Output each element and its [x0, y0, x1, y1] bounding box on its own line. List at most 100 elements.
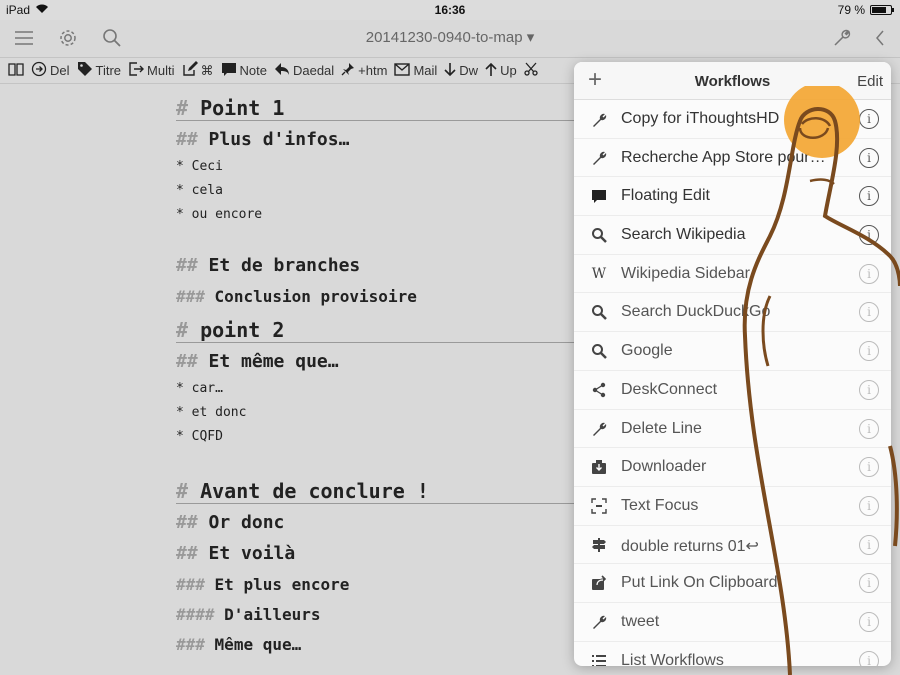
toolbar-button-dw[interactable]: Dw — [444, 62, 478, 80]
editor-line[interactable]: ## Plus d'infos… — [176, 129, 349, 150]
toolbar-button-titre[interactable]: Titre — [77, 61, 122, 80]
editor-line[interactable]: * CQFD — [176, 429, 223, 444]
editor-line[interactable]: # point 2 — [176, 318, 284, 342]
workflow-row[interactable]: DeskConnect i — [574, 371, 891, 410]
workflow-row[interactable]: Put Link On Clipboard i — [574, 564, 891, 603]
toolbar-button-multi[interactable]: Multi — [128, 61, 175, 80]
info-icon[interactable]: i — [859, 186, 879, 207]
editor-line[interactable]: ### Même que… — [176, 635, 301, 654]
info-icon[interactable]: i — [859, 263, 879, 284]
toolbar-button-scissors[interactable] — [524, 62, 538, 79]
toolbar-label: Titre — [95, 63, 122, 78]
editor-line[interactable]: ## Et voilà — [176, 543, 295, 564]
toolbar-button-mail[interactable]: Mail — [394, 62, 438, 79]
editor-line[interactable]: # Avant de conclure ! — [176, 479, 429, 503]
nav-bar: 20141230-0940-to-map ▾ — [0, 20, 900, 56]
info-icon[interactable]: i — [859, 611, 879, 632]
scissors-icon — [524, 62, 538, 79]
editor-line[interactable]: ### Conclusion provisoire — [176, 287, 417, 306]
workflow-row[interactable]: Text Focus i — [574, 487, 891, 526]
wrench-icon — [590, 110, 608, 128]
toolbar-button-daedal[interactable]: Daedal — [274, 62, 334, 79]
editor-line[interactable]: * et donc — [176, 405, 246, 420]
workflow-row[interactable]: List Workflows i — [574, 642, 891, 666]
editor-line[interactable]: ## Et même que… — [176, 351, 339, 372]
chevron-left-icon[interactable] — [868, 26, 892, 50]
wikipedia-icon: W — [591, 265, 607, 282]
info-icon[interactable]: i — [859, 379, 879, 400]
toolbar-button-note[interactable]: Note — [221, 62, 267, 80]
workflow-row[interactable]: Delete Line i — [574, 410, 891, 449]
toolbar-button-book[interactable] — [8, 62, 24, 79]
toolbar-label: +htm — [358, 63, 388, 78]
info-icon[interactable]: i — [859, 573, 879, 594]
editor-line[interactable]: # Point 1 — [176, 96, 284, 120]
info-icon[interactable]: i — [859, 650, 879, 666]
document-title[interactable]: 20141230-0940-to-map ▾ — [0, 28, 900, 46]
toolbar-label: ⌘ — [200, 62, 214, 78]
toolbar-button-del[interactable]: Del — [31, 61, 70, 80]
workflow-label: tweet — [621, 612, 660, 630]
workflows-popover: + Workflows Edit Copy for iThoughtsHD i Re… — [574, 62, 891, 666]
workflow-row[interactable]: W Wikipedia Sidebar i — [574, 255, 891, 294]
workflow-row[interactable]: tweet i — [574, 603, 891, 642]
info-icon[interactable]: i — [859, 534, 879, 555]
workflow-row[interactable]: Recherche App Store pour… i — [574, 139, 891, 178]
toolbar-button-edit[interactable]: ⌘ — [182, 61, 214, 80]
toolbar-label: Dw — [459, 63, 479, 78]
status-bar: iPad 16:36 79 % — [0, 0, 900, 20]
workflow-label: double returns 01↩ — [621, 537, 759, 555]
arrow-up-icon — [485, 62, 497, 80]
edit-icon — [182, 61, 198, 80]
editor-line[interactable]: #### D'ailleurs — [176, 605, 321, 624]
heading-rule — [176, 503, 596, 504]
pin-icon — [341, 62, 355, 79]
download-icon — [590, 458, 608, 476]
magnifier-icon — [590, 226, 608, 244]
list-icon — [590, 652, 608, 666]
workflow-label: Search Wikipedia — [621, 226, 746, 244]
toolbar-label: Up — [500, 63, 517, 78]
book-icon — [8, 62, 24, 79]
workflow-row[interactable]: Search Wikipedia i — [574, 216, 891, 255]
editor-line[interactable]: * Ceci — [176, 159, 223, 174]
info-icon[interactable]: i — [859, 418, 879, 439]
editor-line[interactable]: * cela — [176, 183, 223, 198]
workflow-list: Copy for iThoughtsHD i Recherche App Store… — [574, 100, 891, 666]
toolbar-label: Mail — [413, 63, 438, 78]
workflow-row[interactable]: Search DuckDuckGo i — [574, 293, 891, 333]
info-icon[interactable]: i — [859, 341, 879, 362]
info-icon[interactable]: i — [859, 225, 879, 246]
info-icon[interactable]: i — [859, 457, 879, 478]
popover-title: Workflows — [694, 73, 771, 90]
battery-percent: 79 % — [837, 3, 865, 17]
wrench-icon — [590, 149, 608, 167]
arrow-circle-icon — [31, 61, 47, 80]
workflow-label: List Workflows — [621, 651, 724, 666]
editor-line[interactable]: ### Et plus encore — [176, 575, 349, 594]
export-icon — [128, 61, 145, 80]
info-icon[interactable]: i — [859, 495, 879, 516]
editor-line[interactable]: ## Or donc — [176, 512, 284, 533]
editor-line[interactable]: ## Et de branches — [176, 255, 360, 276]
info-icon[interactable]: i — [859, 302, 879, 323]
tag-icon — [77, 61, 93, 80]
workflow-row[interactable]: Downloader i — [574, 448, 891, 487]
workflow-label: Wikipedia Sidebar — [621, 264, 750, 282]
toolbar-button-up[interactable]: Up — [485, 62, 517, 80]
toolbar-label: Del — [50, 63, 70, 78]
workflow-row[interactable]: Floating Edit i — [574, 177, 891, 217]
share-box-icon — [590, 574, 608, 592]
workflow-row[interactable]: Copy for iThoughtsHD i — [574, 100, 891, 139]
toolbar-button-htm[interactable]: +htm — [341, 62, 387, 79]
info-icon[interactable]: i — [859, 109, 879, 129]
edit-button[interactable]: Edit — [857, 73, 883, 90]
workflow-row[interactable]: Google i — [574, 332, 891, 371]
editor-line[interactable]: * ou encore — [176, 207, 262, 222]
editor-line[interactable]: * car… — [176, 381, 223, 396]
wrench-icon[interactable] — [830, 26, 854, 50]
arrow-down-icon — [444, 62, 456, 80]
info-icon[interactable]: i — [859, 147, 879, 168]
heading-rule — [176, 120, 596, 121]
workflow-row[interactable]: double returns 01↩ i — [574, 526, 891, 565]
